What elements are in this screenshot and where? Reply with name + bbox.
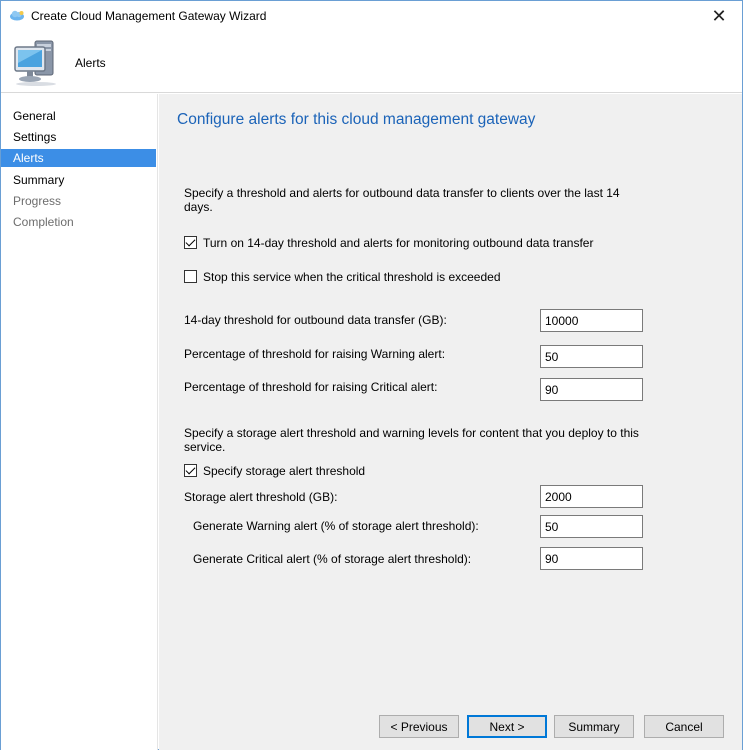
cloud-icon	[10, 10, 24, 21]
specify-storage-checkbox[interactable]	[184, 464, 197, 477]
sidebar-item-summary[interactable]: Summary	[1, 171, 156, 189]
specify-storage-label[interactable]: Specify storage alert threshold	[203, 464, 365, 478]
page-title: Configure alerts for this cloud manageme…	[177, 111, 536, 128]
storage-threshold-input[interactable]	[540, 485, 643, 508]
wizard-steps-sidebar: General Settings Alerts Summary Progress…	[1, 94, 158, 750]
storage-critical-label: Generate Critical alert (% of storage al…	[193, 552, 472, 566]
sidebar-item-progress: Progress	[13, 194, 62, 208]
storage-description: Specify a storage alert threshold and wa…	[184, 426, 639, 454]
critical-percent-label: Percentage of threshold for raising Crit…	[184, 380, 438, 394]
previous-button[interactable]: < Previous	[379, 715, 459, 738]
warning-percent-label: Percentage of threshold for raising Warn…	[184, 347, 446, 361]
wizard-window: Create Cloud Management Gateway Wizard ✕…	[0, 0, 743, 750]
turn-on-threshold-label[interactable]: Turn on 14-day threshold and alerts for …	[203, 236, 593, 250]
storage-warning-input[interactable]	[540, 515, 643, 538]
sidebar-item-completion: Completion	[13, 215, 74, 229]
close-icon: ✕	[711, 5, 727, 26]
summary-button[interactable]: Summary	[554, 715, 634, 738]
header-title: Alerts	[75, 56, 106, 70]
storage-critical-input[interactable]	[540, 547, 643, 570]
sidebar-item-general[interactable]: General	[1, 107, 156, 125]
computer-monitor-icon	[14, 40, 56, 86]
window-title: Create Cloud Management Gateway Wizard	[31, 9, 267, 23]
turn-on-threshold-checkbox[interactable]	[184, 236, 197, 249]
cancel-button[interactable]: Cancel	[644, 715, 724, 738]
page-header: Alerts	[1, 31, 742, 93]
next-button[interactable]: Next >	[467, 715, 547, 738]
outbound-threshold-label: 14-day threshold for outbound data trans…	[184, 313, 447, 327]
critical-percent-input[interactable]	[540, 378, 643, 401]
main-content: Configure alerts for this cloud manageme…	[159, 94, 742, 750]
storage-threshold-label: Storage alert threshold (GB):	[184, 490, 338, 504]
close-button[interactable]: ✕	[696, 1, 742, 31]
outbound-description: Specify a threshold and alerts for outbo…	[184, 186, 620, 214]
storage-warning-label: Generate Warning alert (% of storage ale…	[193, 519, 479, 533]
title-bar: Create Cloud Management Gateway Wizard ✕	[1, 1, 742, 31]
sidebar-item-alerts[interactable]: Alerts	[1, 149, 156, 167]
sidebar-item-settings[interactable]: Settings	[1, 128, 156, 146]
warning-percent-input[interactable]	[540, 345, 643, 368]
outbound-threshold-input[interactable]	[540, 309, 643, 332]
stop-service-checkbox[interactable]	[184, 270, 197, 283]
stop-service-label[interactable]: Stop this service when the critical thre…	[203, 270, 501, 284]
